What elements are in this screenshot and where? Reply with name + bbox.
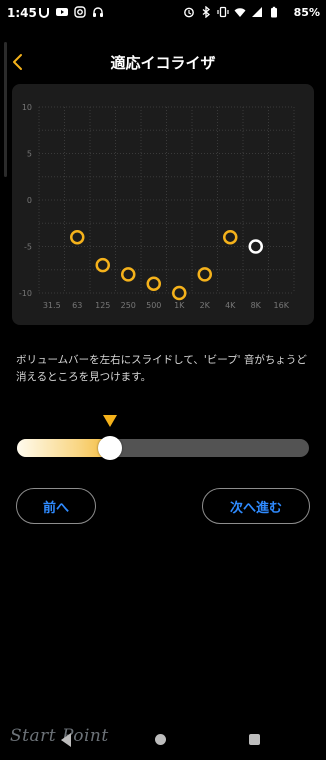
x-tick-label: 2K — [200, 301, 211, 310]
eq-point — [248, 239, 263, 254]
status-bar: 1:45 85% — [0, 0, 326, 26]
x-tick-label: 63 — [72, 301, 82, 310]
y-tick-label: 10 — [22, 103, 32, 112]
x-tick-label: 8K — [251, 301, 262, 310]
next-button[interactable]: 次へ進む — [202, 488, 310, 524]
status-time: 1:45 — [7, 6, 37, 20]
y-tick-label: 5 — [27, 150, 32, 159]
triangle-marker-icon — [103, 415, 118, 427]
x-tick-labels: 31.5 63 125 250 500 1K 2K 4K 8K 16K — [43, 301, 290, 310]
nav-home-icon[interactable] — [155, 734, 166, 745]
eq-point — [121, 267, 136, 282]
nav-back-icon[interactable] — [58, 732, 74, 748]
x-tick-label: 250 — [121, 301, 136, 310]
x-tick-label: 125 — [95, 301, 110, 310]
instagram-icon — [74, 6, 86, 18]
eq-point — [172, 285, 187, 301]
y-tick-labels: 10 5 0 -5 -10 — [19, 103, 32, 298]
eq-point — [146, 276, 161, 291]
instruction-text: ボリュームバーを左右にスライドして、'ビープ' 音がちょうど消えるところを見つけ… — [16, 354, 307, 383]
x-tick-label: 500 — [146, 301, 161, 310]
y-tick-label: 0 — [27, 196, 32, 205]
data-points — [70, 229, 263, 301]
scroll-indicator — [4, 42, 7, 177]
prev-button[interactable]: 前へ — [16, 488, 96, 524]
chart-grid — [38, 106, 295, 294]
equalizer-chart: 10 5 0 -5 -10 31.5 63 125 250 500 1K 2K 4K 8K 16K — [12, 84, 314, 325]
volume-slider[interactable] — [17, 415, 309, 460]
x-tick-label: 4K — [225, 301, 236, 310]
eq-point — [223, 229, 238, 245]
eq-point — [197, 267, 212, 282]
equalizer-chart-svg: 10 5 0 -5 -10 31.5 63 125 250 500 1K 2K 4K 8K 16K — [19, 103, 295, 310]
eq-point — [95, 257, 110, 273]
y-tick-label: -10 — [19, 289, 32, 298]
navigation-bar: Start Point — [0, 718, 326, 760]
x-tick-label: 16K — [274, 301, 290, 310]
x-tick-label: 1K — [174, 301, 185, 310]
u-app-icon — [39, 8, 49, 18]
page-title: 適応イコライザ — [110, 54, 216, 72]
x-tick-label: 31.5 — [43, 301, 61, 310]
bluetooth-icon — [202, 6, 211, 18]
nav-recents-icon[interactable] — [249, 734, 260, 745]
eq-point — [70, 229, 85, 245]
y-tick-label: -5 — [24, 243, 32, 252]
alarm-icon — [184, 7, 194, 18]
youtube-icon — [56, 8, 68, 16]
battery-icon — [271, 6, 277, 18]
vibrate-icon — [217, 6, 229, 18]
signal-icon — [252, 7, 262, 17]
battery-percent: 85% — [293, 6, 320, 19]
wifi-icon — [234, 8, 246, 17]
headset-icon — [93, 7, 103, 17]
